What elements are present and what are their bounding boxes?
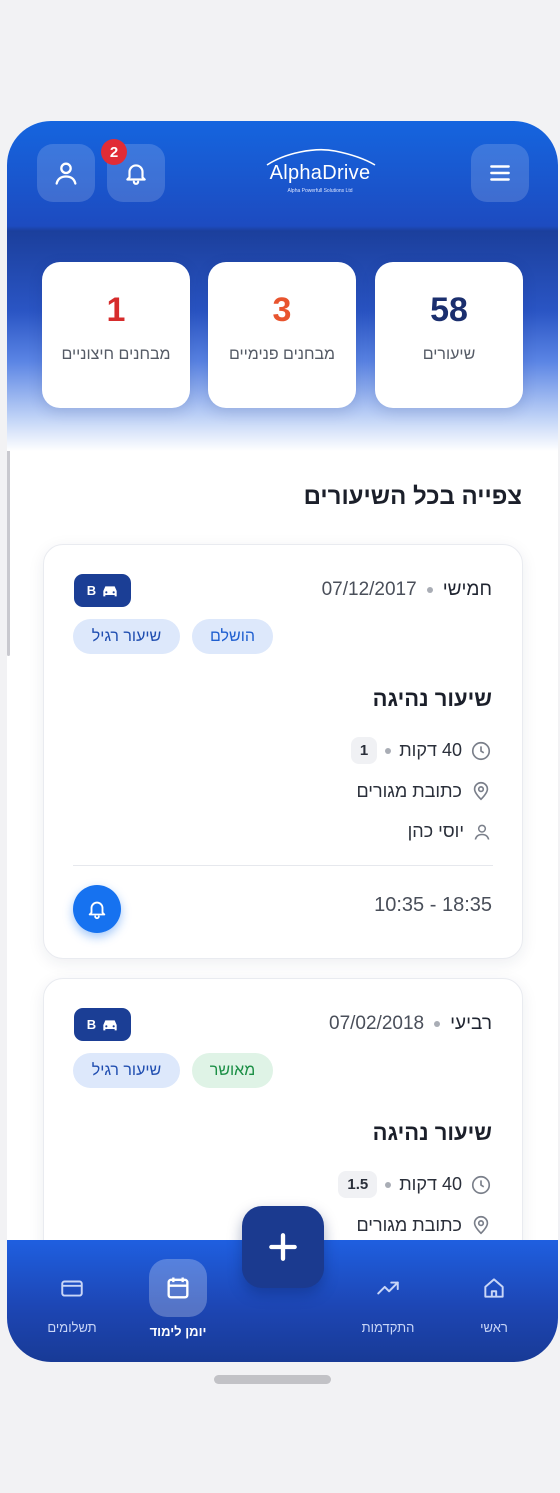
app-screen: 2 AlphaDrive Alpha Powerfull Solutions L… bbox=[7, 121, 558, 1362]
lesson-day: חמישי bbox=[442, 579, 492, 600]
separator-dot bbox=[426, 587, 433, 593]
lesson-title: שיעור נהיגה bbox=[372, 686, 492, 711]
lesson-duration: 40 דקות bbox=[399, 1174, 462, 1194]
license-class: B bbox=[86, 583, 97, 598]
calendar-icon bbox=[167, 1277, 189, 1299]
stat-value: 3 bbox=[272, 291, 292, 329]
lesson-date-row: חמישי 07/12/2017 bbox=[322, 579, 492, 601]
separator-dot bbox=[385, 747, 392, 754]
lesson-count: 1.5 bbox=[338, 1171, 378, 1198]
nav-label: תשלומים bbox=[47, 1320, 97, 1335]
stat-label: מבחנים חיצוניים bbox=[61, 346, 171, 363]
stat-external-tests[interactable]: 1 מבחנים חיצוניים bbox=[42, 262, 190, 408]
lesson-day: רביעי bbox=[450, 1013, 492, 1034]
nav-label: התקדמות bbox=[361, 1320, 415, 1335]
lesson-location: כתובת מגורים bbox=[356, 780, 462, 801]
stat-lessons[interactable]: 58 שיעורים bbox=[375, 262, 523, 408]
stat-value: 58 bbox=[430, 291, 468, 329]
credit-card-icon bbox=[61, 1280, 83, 1297]
home-indicator[interactable] bbox=[214, 1375, 331, 1384]
clock-icon bbox=[471, 741, 491, 760]
nav-item-home[interactable]: ראשי bbox=[444, 1266, 544, 1335]
duration-row: 40 דקות 1 bbox=[350, 737, 492, 764]
plus-icon bbox=[269, 1233, 297, 1261]
car-icon bbox=[103, 1019, 117, 1030]
stat-value: 1 bbox=[106, 291, 126, 329]
lesson-date-row: רביעי 07/02/2018 bbox=[329, 1013, 492, 1035]
lesson-title: שיעור נהיגה bbox=[372, 1120, 492, 1145]
logo-subtitle: Alpha Powerfull Solutions Ltd bbox=[287, 188, 353, 194]
home-icon bbox=[484, 1278, 504, 1298]
stat-label: מבחנים פנימיים bbox=[228, 346, 336, 363]
profile-button[interactable] bbox=[37, 144, 95, 202]
bell-icon bbox=[126, 164, 146, 185]
user-icon bbox=[474, 824, 490, 840]
app-header: 2 AlphaDrive Alpha Powerfull Solutions L… bbox=[7, 121, 558, 451]
lesson-count: 1 bbox=[350, 737, 378, 764]
status-badge: מאושר bbox=[192, 1053, 273, 1088]
separator-dot bbox=[385, 1181, 392, 1188]
status-badge: הושלם bbox=[192, 619, 273, 654]
lesson-type-badge: שיעור רגיל bbox=[73, 619, 180, 654]
lesson-location: כתובת מגורים bbox=[356, 1214, 462, 1235]
card-divider bbox=[73, 865, 493, 866]
location-row: כתובת מגורים bbox=[356, 780, 492, 802]
car-icon bbox=[103, 585, 117, 596]
nav-item-payments[interactable]: תשלומים bbox=[22, 1266, 122, 1335]
lesson-teacher: יוסי כהן bbox=[407, 821, 464, 841]
map-pin-icon bbox=[473, 1215, 489, 1235]
user-icon bbox=[55, 162, 77, 185]
notification-badge: 2 bbox=[101, 139, 127, 165]
separator-dot bbox=[434, 1021, 441, 1027]
teacher-row: יוסי כהן bbox=[408, 821, 492, 842]
menu-button[interactable] bbox=[471, 144, 529, 202]
license-class: B bbox=[86, 1017, 97, 1032]
trending-up-icon bbox=[377, 1281, 399, 1295]
map-pin-icon bbox=[473, 781, 489, 801]
clock-icon bbox=[471, 1175, 491, 1194]
section-title: צפייה בכל השיעורים bbox=[303, 483, 522, 510]
hamburger-menu-icon bbox=[490, 165, 510, 181]
stat-label: שיעורים bbox=[422, 346, 476, 363]
lesson-card[interactable]: חמישי 07/12/2017 B הושלם שיעור רגיל שיעו… bbox=[43, 544, 523, 959]
reminder-button[interactable] bbox=[73, 885, 121, 933]
lesson-date: 07/12/2017 bbox=[321, 579, 417, 600]
nav-label: ראשי bbox=[480, 1320, 508, 1335]
location-row: כתובת מגורים bbox=[356, 1214, 492, 1236]
bell-icon bbox=[88, 901, 106, 920]
lesson-duration: 40 דקות bbox=[399, 740, 462, 760]
license-badge: B bbox=[74, 1008, 131, 1041]
nav-item-learning-diary[interactable]: יומן לימוד bbox=[128, 1259, 228, 1339]
duration-row: 40 דקות 1.5 bbox=[338, 1171, 492, 1198]
lesson-time: 10:35 - 18:35 bbox=[374, 894, 492, 916]
logo-title: AlphaDrive bbox=[269, 162, 371, 184]
nav-label: יומן לימוד bbox=[149, 1324, 207, 1339]
license-badge: B bbox=[74, 574, 131, 607]
stat-internal-tests[interactable]: 3 מבחנים פנימיים bbox=[208, 262, 356, 408]
nav-item-progress[interactable]: התקדמות bbox=[338, 1266, 438, 1335]
add-lesson-button[interactable] bbox=[242, 1206, 324, 1288]
lesson-type-badge: שיעור רגיל bbox=[73, 1053, 180, 1088]
lesson-date: 07/02/2018 bbox=[329, 1013, 425, 1034]
app-logo: AlphaDrive Alpha Powerfull Solutions Ltd bbox=[255, 147, 385, 199]
